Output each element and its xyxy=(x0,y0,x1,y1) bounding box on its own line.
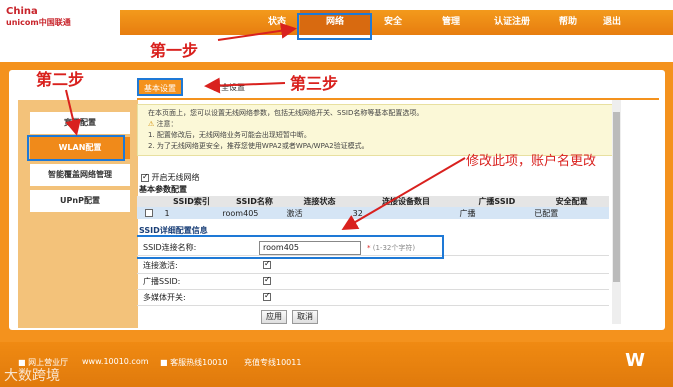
wo-brand-logo: W xyxy=(625,350,645,371)
info-box: 在本页面上，您可以设置无线网络参数，包括无线网络开关、SSID名称等基本配置选项… xyxy=(137,104,619,156)
info-note-1: 1. 配置修改后，无线网络业务可能会出现短暂中断。 xyxy=(148,131,311,139)
basic-params-title: 基本参数配置 xyxy=(139,185,187,194)
cell-device-count: 32 xyxy=(352,207,460,219)
cell-broadcast: 广播 xyxy=(459,207,535,219)
col-ssid-index: SSID索引 xyxy=(160,196,223,207)
multimedia-row: 多媒体开关: xyxy=(137,290,609,306)
watermark: 大数跨境 xyxy=(4,368,60,384)
footer-fast: 充值专线10011 xyxy=(244,358,302,367)
table-header: SSID索引 SSID名称 连接状态 连接设备数目 广播SSID 安全配置 xyxy=(137,196,609,207)
nav-auth-register[interactable]: 认证注册 xyxy=(482,10,542,35)
row-checkbox[interactable] xyxy=(144,209,153,217)
conn-active-label: 连接激活: xyxy=(143,261,178,270)
caution-title: 注意： xyxy=(156,120,178,128)
annotation-note: 修改此项，账户名更改 xyxy=(466,154,597,169)
multimedia-checkbox[interactable] xyxy=(263,291,271,301)
scrollbar-thumb[interactable] xyxy=(613,112,620,282)
enable-wlan-row: 开启无线网络 xyxy=(141,172,200,183)
cancel-button[interactable]: 取消 xyxy=(292,310,318,324)
tab-basic-settings[interactable]: 基本设置 xyxy=(137,78,183,96)
enable-wlan-checkbox[interactable] xyxy=(141,172,149,182)
cell-security: 已配置 xyxy=(534,207,609,219)
caution-line: ⚠ 注意： xyxy=(148,119,608,130)
nav-help[interactable]: 帮助 xyxy=(550,10,586,35)
footer: ■ 网上营业厅 www.10010.com ■ 客服热线10010 充值专线10… xyxy=(0,342,673,387)
enable-wlan-label: 开启无线网络 xyxy=(151,173,200,182)
sidebar-highlight-box xyxy=(27,135,125,161)
cell-ssid-name: room405 xyxy=(222,207,287,219)
cell-ssid-index: 1 xyxy=(160,207,223,219)
row-select[interactable] xyxy=(137,207,161,219)
nav-highlight-box xyxy=(297,13,372,40)
tab-security-settings[interactable]: 安全设置 xyxy=(208,79,250,97)
footer-site[interactable]: www.10010.com xyxy=(82,357,149,366)
phone-icon: ■ xyxy=(160,358,168,367)
sidebar-item-upnp[interactable]: UPnP配置 xyxy=(30,190,130,212)
sidebar-item-smart-coverage[interactable]: 智能覆盖网络管理 xyxy=(30,164,130,186)
nav-security[interactable]: 安全 xyxy=(374,10,412,35)
apply-button[interactable]: 应用 xyxy=(261,310,287,324)
logo-text-line1: China xyxy=(6,6,38,17)
nav-exit[interactable]: 退出 xyxy=(594,10,630,35)
footer-hotline: ■ 客服热线10010 xyxy=(160,357,228,368)
col-security-config: 安全配置 xyxy=(534,196,609,207)
cell-conn-status: 激活 xyxy=(286,207,353,219)
multimedia-label: 多媒体开关: xyxy=(143,293,186,302)
annotation-step2: 第二步 xyxy=(36,70,85,89)
conn-active-checkbox[interactable] xyxy=(263,259,271,269)
broadcast-label: 广播SSID: xyxy=(143,277,181,286)
logo-text-line2: unicom中国联通 xyxy=(6,18,71,27)
col-broadcast-ssid: 广播SSID xyxy=(459,196,535,207)
broadcast-checkbox[interactable] xyxy=(263,275,271,285)
content-area: 在本页面上，您可以设置无线网络参数，包括无线网络开关、SSID名称等基本配置选项… xyxy=(137,100,622,326)
footer-hotline-label: 客服热线10010 xyxy=(170,358,228,367)
annotation-step3: 第三步 xyxy=(290,74,339,93)
ssid-name-highlight-box xyxy=(137,235,444,259)
table-row[interactable]: 1 room405 激活 32 广播 已配置 xyxy=(137,207,609,219)
col-device-count: 连接设备数目 xyxy=(352,196,460,207)
sidebar-item-broadband[interactable]: 宽带配置 xyxy=(30,112,130,134)
col-conn-status: 连接状态 xyxy=(286,196,353,207)
col-ssid-name: SSID名称 xyxy=(222,196,287,207)
warning-icon: ⚠ xyxy=(148,120,155,128)
ssid-table: SSID索引 SSID名称 连接状态 连接设备数目 广播SSID 安全配置 1 … xyxy=(137,196,609,219)
unicom-logo: China unicom中国联通 xyxy=(0,0,120,36)
broadcast-row: 广播SSID: xyxy=(137,274,609,290)
nav-status[interactable]: 状态 xyxy=(258,10,296,35)
content-scrollbar[interactable] xyxy=(612,100,621,324)
conn-active-row: 连接激活: xyxy=(137,258,609,274)
info-intro: 在本页面上，您可以设置无线网络参数，包括无线网络开关、SSID名称等基本配置选项… xyxy=(148,109,424,117)
annotation-step1: 第一步 xyxy=(150,41,199,60)
nav-manage[interactable]: 管理 xyxy=(432,10,470,35)
col-select xyxy=(137,196,161,207)
